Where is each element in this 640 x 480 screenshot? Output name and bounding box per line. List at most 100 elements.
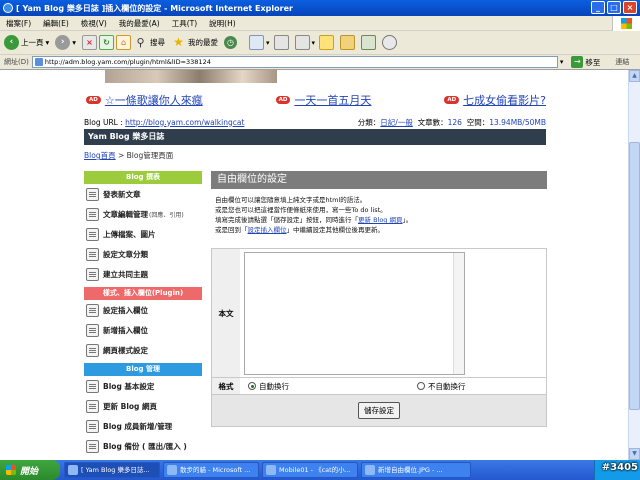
breadcrumb-home-link[interactable]: Blog首頁 [84, 151, 116, 160]
address-bar: 網址(D) http://adm.blog.yam.com/plugin/htm… [0, 55, 640, 70]
go-button[interactable]: → 移至 [571, 56, 613, 69]
ie-logo-icon [3, 3, 13, 13]
history-icon[interactable]: ◷ [224, 36, 238, 49]
search-label: 搜尋 [150, 38, 166, 47]
category-link[interactable]: 日記/一般 [380, 118, 413, 127]
add-plugin-icon [86, 324, 99, 337]
menu-bar: 檔案(F) 編輯(E) 檢視(V) 我的最愛(A) 工具(T) 說明(H) [0, 16, 640, 31]
ad-link[interactable]: 一天一首五月天 [294, 92, 371, 108]
blog-url-link[interactable]: http://blog.yam.com/walkingcat [125, 118, 244, 127]
vertical-scrollbar[interactable]: ▲ ▼ [628, 70, 640, 460]
ad-link[interactable]: 七成女偷看影片? [463, 92, 546, 108]
body-row: 本文 [212, 249, 546, 378]
blog-info-bar: Blog URL : http://blog.yam.com/walkingca… [84, 116, 546, 128]
research-icon[interactable] [361, 35, 377, 50]
go-arrow-icon: → [571, 56, 584, 68]
breadcrumb-current: Blog管理頁面 [126, 151, 174, 160]
menu-edit[interactable]: 編輯(E) [43, 18, 69, 29]
set-plugin-icon [86, 304, 99, 317]
sidebar-item-categories[interactable]: 設定文章分類 [84, 245, 202, 265]
sidebar-item-shared-topic[interactable]: 建立共同主題 [84, 265, 202, 285]
sidebar-item-new-post[interactable]: 發表新文章 [84, 185, 202, 205]
new-post-icon [86, 188, 99, 201]
sidebar-item-members[interactable]: Blog 成員新增/管理 [84, 417, 202, 437]
ad-item[interactable]: AD ☆一條歌讓你人來瘋 [86, 92, 203, 108]
sidebar-item-set-plugin[interactable]: 設定插入欄位 [84, 301, 202, 321]
menu-file[interactable]: 檔案(F) [6, 18, 31, 29]
stop-icon[interactable]: × [82, 35, 98, 50]
ad-item[interactable]: AD 七成女偷看影片? [444, 92, 546, 108]
save-button[interactable]: 儲存設定 [358, 402, 400, 419]
close-button[interactable]: × [623, 1, 637, 14]
main-panel: 自由欄位的設定 自由欄位可以讓您隨意填上純文字或是html的語法。 或是您也可以… [211, 171, 547, 427]
address-input[interactable]: http://adm.blog.yam.com/plugin/html&lID=… [31, 56, 558, 68]
edit-icon[interactable] [294, 35, 310, 50]
maximize-button[interactable]: □ [607, 1, 621, 14]
scroll-thumb[interactable] [629, 142, 640, 410]
folder-icon[interactable] [340, 35, 356, 50]
space-usage: 13.94MB/50MB [489, 117, 546, 127]
address-label: 網址(D) [4, 58, 29, 66]
refresh-icon[interactable]: ↻ [99, 35, 115, 50]
messenger-icon[interactable] [382, 35, 398, 50]
home-icon[interactable]: ⌂ [116, 35, 132, 50]
print-icon[interactable] [273, 35, 289, 50]
page-content: AD ☆一條歌讓你人來瘋 AD 一天一首五月天 AD 七成女偷看影片? Blog… [0, 70, 628, 460]
window-title: [ Yam Blog 樂多日誌 ]插入欄位的設定 - Microsoft Int… [16, 3, 293, 13]
links-label[interactable]: 連結 [615, 57, 629, 67]
taskbar-item[interactable]: [ Yam Blog 樂多日誌... [64, 462, 160, 478]
admin-sidebar: Blog 撰表 發表新文章 文章編輯管理 (回應、引用) 上傳檔案、圖片 設定文章… [84, 171, 202, 457]
start-button[interactable]: 開始 [0, 460, 60, 480]
ad-item[interactable]: AD 一天一首五月天 [275, 92, 371, 108]
members-icon [86, 420, 99, 433]
sidebar-item-basic-settings[interactable]: Blog 基本設定 [84, 377, 202, 397]
favorites-button[interactable]: ★ 我的最愛 [171, 35, 218, 50]
sidebar-item-manage-posts[interactable]: 文章編輯管理 (回應、引用) [84, 205, 202, 225]
sidebar-item-backup[interactable]: Blog 備份 ( 匯出/匯入 ) [84, 437, 202, 457]
set-plugin-link[interactable]: 設定插入欄位 [248, 226, 287, 234]
menu-tools[interactable]: 工具(T) [172, 18, 197, 29]
taskbar-item[interactable]: 新增自由欄位.JPG - ... [361, 462, 471, 478]
body-textarea[interactable] [244, 252, 465, 375]
scroll-down-icon[interactable]: ▼ [629, 448, 640, 460]
upload-icon [86, 228, 99, 241]
menu-favorites[interactable]: 我的最愛(A) [119, 18, 160, 29]
mail-icon[interactable] [249, 35, 265, 50]
sidebar-section-blog-manage: Blog 管理 [84, 363, 202, 376]
taskbar-item[interactable]: 散步的貓 - Microsoft ... [163, 462, 259, 478]
ad-badge: AD [275, 96, 291, 104]
auto-wrap-radio[interactable] [248, 382, 256, 390]
breadcrumb: Blog首頁 > Blog管理頁面 [84, 151, 174, 160]
sidebar-item-update-blog[interactable]: 更新 Blog 網頁 [84, 397, 202, 417]
page-style-icon [86, 344, 99, 357]
search-button[interactable]: ⚲ 搜尋 [133, 35, 166, 50]
forward-button[interactable]: › ▾ [55, 35, 76, 50]
favorites-label: 我的最愛 [188, 38, 219, 47]
header-photo [105, 70, 277, 83]
instructions: 自由欄位可以讓您隨意填上純文字或是html的語法。 或是您也可以把這裡當作便條紙… [215, 196, 413, 234]
update-blog-link[interactable]: 更新 Blog 網頁 [358, 216, 403, 224]
post-count: 126 [447, 117, 462, 127]
manage-posts-icon [86, 208, 99, 221]
discuss-icon[interactable] [319, 35, 335, 50]
blog-stats: 分類：日記/一般 文章數：126 空間：13.94MB/50MB [357, 117, 546, 127]
menu-view[interactable]: 檢視(V) [81, 18, 107, 29]
window-titlebar: [ Yam Blog 樂多日誌 ]插入欄位的設定 - Microsoft Int… [0, 0, 640, 16]
shared-topic-icon [86, 268, 99, 281]
basic-settings-icon [86, 380, 99, 393]
ad-badge: AD [444, 96, 460, 104]
forward-arrow-icon: › [55, 35, 71, 50]
back-button[interactable]: ‹ 上一頁 ▾ [4, 35, 49, 50]
star-icon: ★ [173, 35, 184, 49]
menu-help[interactable]: 說明(H) [209, 18, 236, 29]
ad-badge: AD [86, 96, 101, 104]
sidebar-item-upload[interactable]: 上傳檔案、圖片 [84, 225, 202, 245]
scroll-up-icon[interactable]: ▲ [629, 70, 640, 82]
taskbar-item[interactable]: Mobile01 - 《cat的小... [262, 462, 358, 478]
ad-link[interactable]: ☆一條歌讓你人來瘋 [105, 92, 203, 108]
sidebar-item-add-plugin[interactable]: 新增插入欄位 [84, 321, 202, 341]
sidebar-item-page-style[interactable]: 網頁樣式設定 [84, 341, 202, 361]
windows-logo-icon [612, 16, 640, 31]
minimize-button[interactable]: _ [591, 1, 605, 14]
no-wrap-radio[interactable] [417, 382, 425, 390]
